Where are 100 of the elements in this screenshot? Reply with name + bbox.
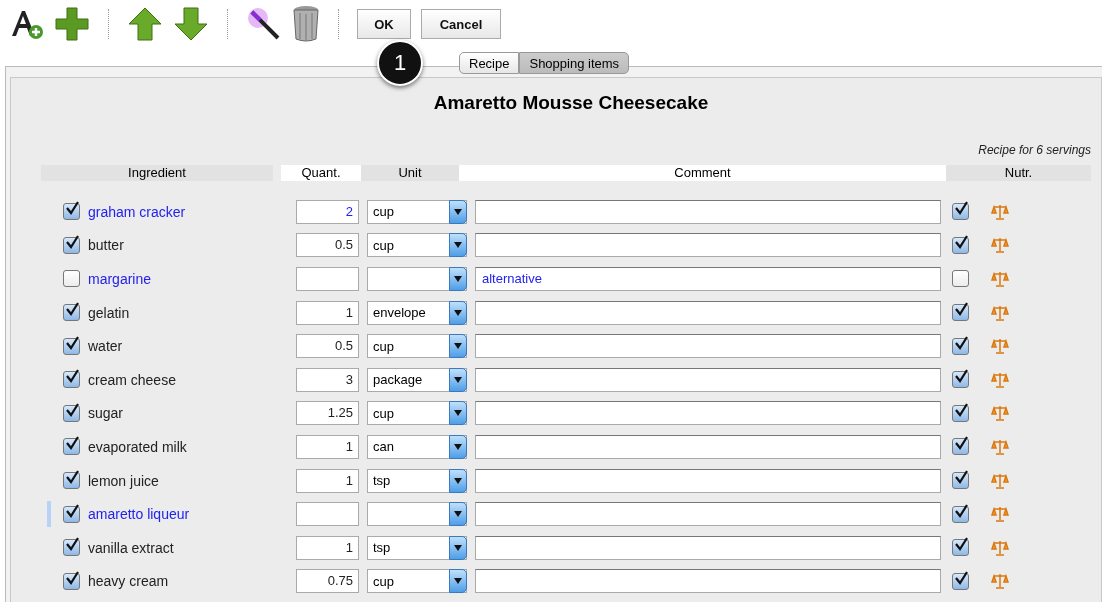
ingredient-name: lemon juice: [88, 472, 159, 489]
scale-icon[interactable]: [991, 505, 1009, 524]
checkbox[interactable]: [63, 337, 80, 355]
unit-dropdown[interactable]: cup: [367, 569, 467, 594]
checkbox[interactable]: [63, 404, 80, 422]
unit-dropdown[interactable]: tsp: [367, 535, 467, 560]
checkbox[interactable]: [952, 438, 969, 456]
trash-icon[interactable]: [292, 5, 320, 43]
quantity-field[interactable]: 0.75: [296, 569, 359, 594]
comment-field[interactable]: [475, 502, 941, 527]
column-header: Ingredient: [41, 165, 273, 181]
checkbox[interactable]: [952, 236, 969, 254]
dropdown-caret-icon: [454, 376, 462, 383]
quantity-field[interactable]: 1: [296, 434, 359, 459]
quantity-field[interactable]: [296, 267, 359, 291]
unit-dropdown[interactable]: cup: [367, 334, 467, 359]
dropdown-caret-icon: [454, 276, 462, 282]
quantity-field[interactable]: 0.5: [296, 233, 359, 258]
checkbox[interactable]: [63, 505, 80, 523]
scale-icon[interactable]: [991, 572, 1009, 591]
servings-text: Recipe for 6 servings: [978, 143, 1091, 157]
magic-wand-icon[interactable]: [246, 6, 282, 42]
scale-icon[interactable]: [991, 303, 1009, 322]
checkbox[interactable]: [63, 539, 80, 557]
tab[interactable]: Shopping items: [519, 52, 630, 74]
scale-icon[interactable]: [991, 270, 1009, 288]
comment-field[interactable]: [475, 367, 941, 392]
checkbox[interactable]: [63, 438, 80, 456]
comment-field[interactable]: alternative: [475, 267, 941, 291]
tab[interactable]: Recipe: [459, 52, 520, 74]
checkbox[interactable]: [952, 371, 969, 389]
plus-icon[interactable]: [54, 6, 90, 42]
comment-field[interactable]: [475, 300, 941, 325]
scale-icon[interactable]: [991, 236, 1009, 255]
quantity-field[interactable]: 1.25: [296, 401, 359, 426]
ingredient-name: evaporated milk: [88, 438, 187, 455]
comment-field[interactable]: [475, 535, 941, 560]
comment-field[interactable]: [475, 199, 941, 224]
checkbox[interactable]: [63, 572, 80, 590]
comment-field[interactable]: [475, 569, 941, 594]
checkbox[interactable]: [63, 304, 80, 322]
unit-dropdown[interactable]: tsp: [367, 468, 467, 493]
quantity-field[interactable]: 3: [296, 367, 359, 392]
quantity-field[interactable]: 1: [296, 300, 359, 325]
quantity-field[interactable]: 0.5: [296, 334, 359, 359]
comment-field[interactable]: [475, 401, 941, 426]
checkbox[interactable]: [952, 404, 969, 422]
column-header: Nutr.: [946, 165, 1091, 181]
scale-icon[interactable]: [991, 471, 1009, 490]
scale-icon[interactable]: [991, 538, 1009, 557]
unit-dropdown[interactable]: cup: [367, 199, 467, 224]
quantity-field[interactable]: 1: [296, 468, 359, 493]
dropdown-caret-icon: [454, 242, 462, 249]
comment-field[interactable]: [475, 468, 941, 493]
checkbox[interactable]: [63, 472, 80, 490]
unit-dropdown[interactable]: cup: [367, 401, 467, 426]
column-header: Comment: [459, 165, 946, 181]
scale-icon[interactable]: [991, 202, 1009, 221]
scale-icon[interactable]: [991, 404, 1009, 423]
dropdown-caret-icon: [454, 511, 462, 518]
unit-dropdown[interactable]: cup: [367, 233, 467, 258]
checkbox[interactable]: [952, 270, 969, 288]
ok-button[interactable]: OK: [357, 9, 411, 39]
arrow-down-icon[interactable]: [173, 6, 209, 42]
checkbox[interactable]: [63, 203, 80, 221]
scale-icon[interactable]: [991, 437, 1009, 456]
comment-field[interactable]: [475, 233, 941, 258]
arrow-up-icon[interactable]: [127, 6, 163, 42]
checkbox[interactable]: [952, 472, 969, 490]
unit-dropdown[interactable]: package: [367, 367, 467, 392]
quantity-field[interactable]: [296, 502, 359, 527]
unit-dropdown[interactable]: can: [367, 434, 467, 459]
checkbox[interactable]: [63, 236, 80, 254]
dropdown-caret-icon: [454, 477, 462, 484]
scale-icon[interactable]: [991, 337, 1009, 356]
ingredient-name: water: [88, 338, 123, 355]
comment-field[interactable]: [475, 334, 941, 359]
unit-dropdown[interactable]: envelope: [367, 300, 467, 325]
ingredient-name: margarine: [88, 271, 152, 287]
checkbox[interactable]: [63, 270, 80, 288]
quantity-field[interactable]: 1: [296, 535, 359, 560]
checkbox[interactable]: [952, 505, 969, 523]
comment-field[interactable]: [475, 434, 941, 459]
checkbox[interactable]: [952, 539, 969, 557]
ingredient-name: sugar: [88, 405, 124, 422]
checkbox[interactable]: [952, 572, 969, 590]
checkbox[interactable]: [63, 371, 80, 389]
dropdown-caret-icon: [454, 443, 462, 450]
quantity-field[interactable]: 2: [296, 199, 359, 224]
ingredient-name: heavy cream: [88, 573, 169, 590]
column-header: Quant.: [281, 165, 361, 181]
checkbox[interactable]: [952, 203, 969, 221]
unit-dropdown[interactable]: [367, 502, 467, 527]
cancel-button[interactable]: Cancel: [421, 9, 501, 39]
add-text-icon[interactable]: [10, 8, 44, 40]
dropdown-caret-icon: [454, 544, 462, 551]
unit-dropdown[interactable]: [367, 267, 467, 291]
checkbox[interactable]: [952, 304, 969, 322]
scale-icon[interactable]: [991, 370, 1009, 389]
checkbox[interactable]: [952, 337, 969, 355]
